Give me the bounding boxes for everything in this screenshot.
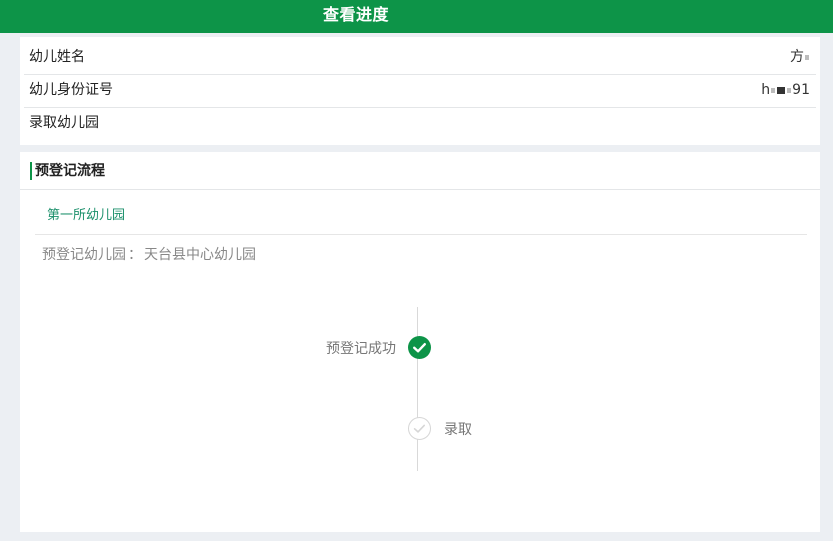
preregistered-kindergarten-value: 天台县中心幼儿园 xyxy=(144,247,256,263)
step-label-preregistered: 预登记成功 xyxy=(326,341,396,357)
page-title: 查看进度 xyxy=(322,5,389,24)
flow-title: 预登记流程 xyxy=(35,163,105,179)
child-name-value: 方 xyxy=(790,41,810,74)
check-circle-outline-icon xyxy=(408,417,431,440)
tab-divider xyxy=(35,234,807,235)
timeline-line xyxy=(417,307,418,471)
redacted-mark xyxy=(787,87,792,93)
child-info-card: 幼儿姓名 方 幼儿身份证号 h 91 录取幼儿园 xyxy=(20,37,820,145)
check-circle-icon xyxy=(408,336,431,359)
info-row-child-name: 幼儿姓名 方 xyxy=(24,41,816,75)
preregistered-kindergarten: 预登记幼儿园：天台县中心幼儿园 xyxy=(42,244,256,266)
flow-header: 预登记流程 xyxy=(20,152,820,190)
app-header: 查看进度 xyxy=(0,0,833,33)
preregistered-kindergarten-label: 预登记幼儿园 xyxy=(42,247,126,263)
section-accent-bar xyxy=(30,162,32,180)
redacted-mark xyxy=(805,54,809,60)
info-row-admitted-kindergarten: 录取幼儿园 xyxy=(24,107,816,140)
redacted-mark xyxy=(771,87,776,93)
preregistration-flow-card: 预登记流程 第一所幼儿园 预登记幼儿园：天台县中心幼儿园 预登记成功 录取 xyxy=(20,152,820,532)
separator: ： xyxy=(128,247,142,263)
tab-first-kindergarten[interactable]: 第一所幼儿园 xyxy=(47,202,125,230)
id-number-label: 幼儿身份证号 xyxy=(29,82,113,98)
step-label-admitted: 录取 xyxy=(444,422,472,438)
redacted-mark xyxy=(777,86,786,94)
child-name-label: 幼儿姓名 xyxy=(29,49,85,65)
admitted-kindergarten-label: 录取幼儿园 xyxy=(29,115,99,131)
info-row-id-number: 幼儿身份证号 h 91 xyxy=(24,74,816,108)
id-number-value: h 91 xyxy=(761,82,810,98)
